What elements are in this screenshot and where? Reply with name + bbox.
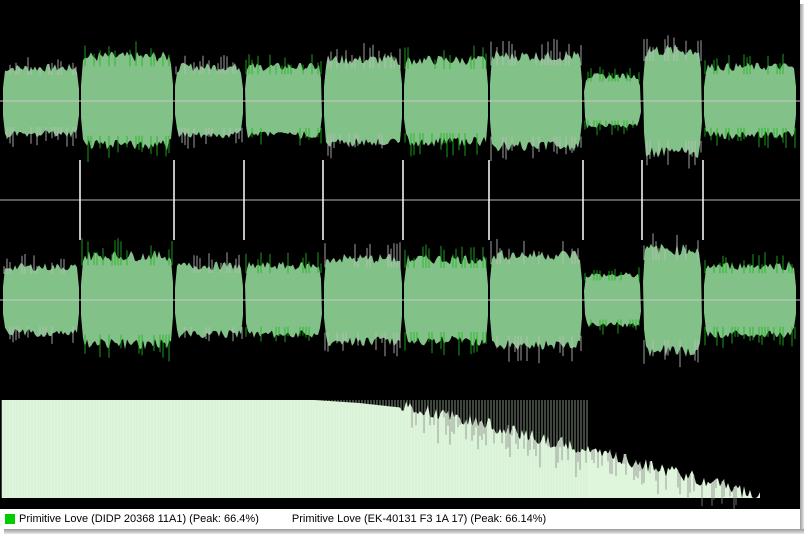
legend-swatch-white — [277, 514, 288, 524]
window-shadow-bottom — [4, 529, 804, 534]
window-shadow-right — [800, 4, 804, 533]
legend-label-didp: Primitive Love (DIDP 20368 11A1) (Peak: … — [19, 513, 259, 525]
legend-item-didp: Primitive Love (DIDP 20368 11A1) (Peak: … — [5, 513, 259, 525]
legend: Primitive Love (DIDP 20368 11A1) (Peak: … — [0, 509, 800, 529]
legend-swatch-green — [5, 514, 15, 524]
audio-comparison-viewer: Primitive Love (DIDP 20368 11A1) (Peak: … — [0, 0, 800, 529]
waveform-graph — [0, 35, 800, 509]
legend-item-ek: Primitive Love (EK-40131 F3 1A 17) (Peak… — [277, 513, 547, 525]
legend-label-ek: Primitive Love (EK-40131 F3 1A 17) (Peak… — [291, 513, 547, 525]
waveform-display — [0, 0, 800, 509]
